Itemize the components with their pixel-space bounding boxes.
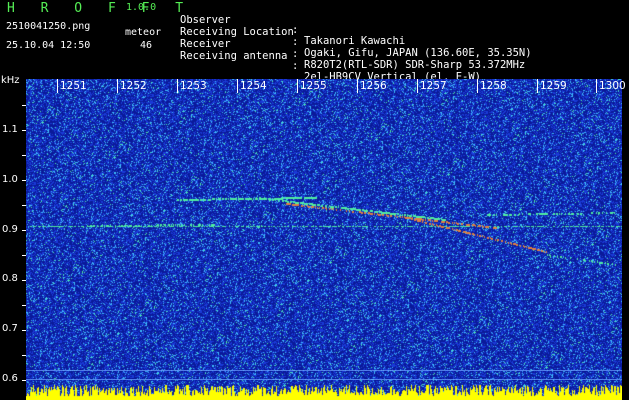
reference-line — [26, 379, 622, 380]
x-tick-label: 1300 — [599, 80, 626, 92]
y-tick-mark — [22, 155, 26, 156]
x-tick-mark — [357, 79, 358, 93]
x-tick-label: 1251 — [60, 80, 87, 92]
detection-count: 46 — [140, 40, 153, 51]
x-tick-label: 1254 — [240, 80, 267, 92]
spectrogram-panel — [26, 79, 622, 400]
x-tick-mark — [297, 79, 298, 93]
y-tick-label: 1.1 — [2, 124, 18, 135]
x-tick-mark — [417, 79, 418, 93]
y-axis-unit: kHz — [1, 75, 20, 86]
station-metadata: Observer : Takanori Kawachi Receiving Lo… — [180, 4, 532, 81]
y-tick-label: 0.6 — [2, 373, 18, 384]
y-tick-label: 0.8 — [2, 273, 18, 284]
x-tick-label: 1258 — [480, 80, 507, 92]
y-tick-mark — [22, 255, 26, 256]
metadata-separator: : — [292, 36, 299, 48]
y-tick-mark — [22, 355, 26, 356]
y-tick-mark — [22, 180, 26, 181]
y-tick-mark — [22, 130, 26, 131]
y-tick-mark — [22, 280, 26, 281]
y-tick-mark — [22, 105, 26, 106]
x-tick-mark — [177, 79, 178, 93]
y-tick-mark — [22, 305, 26, 306]
y-tick-label: 1.0 — [2, 174, 18, 185]
y-tick-label: 0.9 — [2, 224, 18, 235]
y-tick-mark — [22, 205, 26, 206]
x-tick-mark — [596, 79, 597, 93]
detection-label: meteor — [125, 27, 162, 38]
x-tick-mark — [117, 79, 118, 93]
y-tick-mark — [22, 380, 26, 381]
x-tick-mark — [237, 79, 238, 93]
x-tick-mark — [537, 79, 538, 93]
x-tick-label: 1257 — [420, 80, 447, 92]
x-tick-label: 1259 — [540, 80, 567, 92]
metadata-key: Receiving antenna — [180, 49, 288, 62]
metadata-separator: : — [292, 60, 299, 72]
spectrogram-canvas — [26, 79, 622, 400]
capture-timestamp: 25.10.04 12:50 — [6, 40, 91, 51]
y-tick-label: 0.7 — [2, 323, 18, 334]
reference-line — [26, 370, 622, 371]
x-tick-label: 1252 — [120, 80, 147, 92]
x-tick-label: 1255 — [300, 80, 327, 92]
y-tick-mark — [22, 230, 26, 231]
metadata-separator: : — [292, 48, 299, 60]
metadata-value: R820T2(RTL-SDR) SDR-Sharp 53.372MHz — [304, 58, 526, 71]
y-tick-mark — [22, 330, 26, 331]
x-tick-label: 1256 — [360, 80, 387, 92]
metadata-value: Ogaki, Gifu, JAPAN (136.60E, 35.35N) — [304, 46, 532, 59]
image-filename: 2510041250.png — [6, 21, 91, 32]
x-tick-mark — [477, 79, 478, 93]
app-version: 1.0.0 — [126, 2, 157, 13]
metadata-value: Takanori Kawachi — [304, 34, 406, 47]
app-name: H R O F F T — [7, 1, 193, 16]
x-tick-mark — [57, 79, 58, 93]
x-tick-label: 1253 — [180, 80, 207, 92]
